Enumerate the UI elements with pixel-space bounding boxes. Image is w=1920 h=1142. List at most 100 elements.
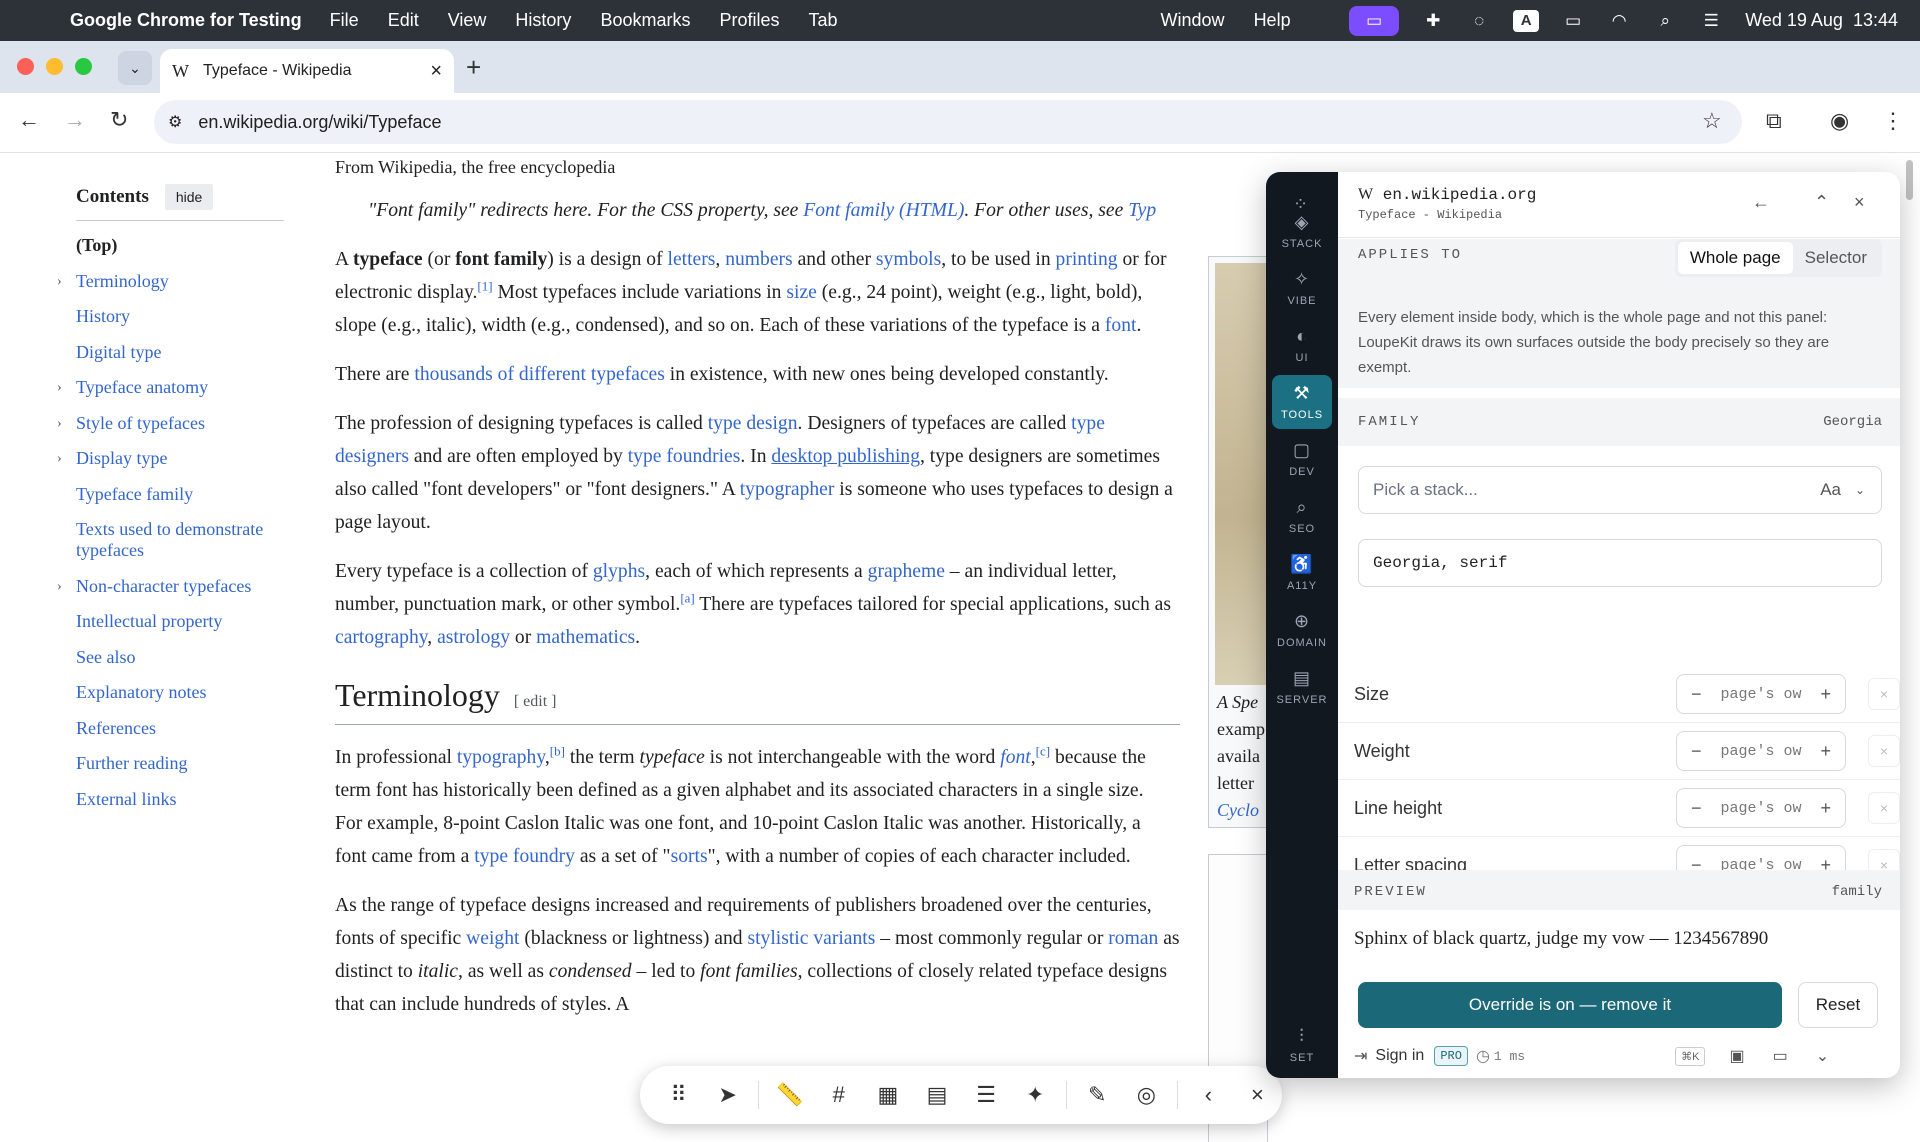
input-source-icon[interactable]: A (1513, 9, 1540, 32)
layout-grid-icon[interactable]: ▦ (863, 1082, 912, 1108)
link-type-foundry[interactable]: type foundry (474, 846, 575, 867)
link-font[interactable]: font (1105, 315, 1137, 336)
toc-item[interactable]: Explanatory notes (76, 682, 286, 703)
rail-item-tools[interactable]: ⚒ TOOLS (1272, 375, 1332, 429)
window-close-button[interactable] (17, 58, 34, 75)
tab-active[interactable]: W Typeface - Wikipedia × (160, 49, 454, 93)
scope-selector[interactable]: Selector (1793, 242, 1879, 274)
link-size[interactable]: size (786, 282, 816, 303)
toc-item[interactable]: Typeface family (76, 484, 286, 505)
toc-item[interactable]: › Non-character typefaces (57, 576, 286, 597)
ref-c[interactable]: [c] (1036, 743, 1050, 758)
rail-item-dev[interactable]: ▢ DEV (1272, 432, 1332, 486)
toc-item[interactable]: (Top) (76, 235, 286, 256)
link-type-design[interactable]: type design (708, 413, 798, 434)
chevron-left-icon[interactable]: ‹ (1184, 1082, 1233, 1108)
toc-item[interactable]: Further reading (76, 753, 286, 774)
rail-item-stack[interactable]: ◈ STACK (1272, 204, 1332, 258)
bookmark-star-icon[interactable]: ☆ (1702, 108, 1722, 134)
ref-1[interactable]: [1] (477, 278, 492, 293)
link-type-foundries[interactable]: type foundries (628, 446, 741, 467)
link-letters[interactable]: letters (668, 249, 716, 270)
rail-item-set[interactable]: ⫶ SET (1272, 1018, 1332, 1072)
clear-prop-icon[interactable]: × (1868, 792, 1900, 824)
link-mathematics[interactable]: mathematics (536, 627, 635, 648)
cursor-select-icon[interactable]: ➤ (703, 1082, 752, 1108)
address-bar[interactable]: ⚙ en.wikipedia.org/wiki/Typeface (154, 100, 1742, 144)
prop-value[interactable]: page's ow (1720, 800, 1801, 817)
toc-item[interactable]: › Typeface anatomy (57, 377, 286, 398)
reset-button[interactable]: Reset (1798, 982, 1878, 1028)
link-numbers[interactable]: numbers (725, 249, 792, 270)
link-thousands-typefaces[interactable]: thousands of different typefaces (414, 364, 664, 385)
link-grapheme[interactable]: grapheme (868, 561, 945, 582)
hatnote-link-2[interactable]: Typ (1128, 200, 1156, 221)
extensions-icon[interactable]: ⧉ (1766, 108, 1782, 134)
shortcut-badge[interactable]: ⌘K (1675, 1046, 1706, 1066)
link-stylistic-variants[interactable]: stylistic variants (747, 928, 875, 949)
clear-prop-icon[interactable]: × (1868, 678, 1900, 710)
edit-section-link[interactable]: [ edit ] (514, 685, 557, 718)
link-sorts[interactable]: sorts (671, 846, 708, 867)
scope-whole-page[interactable]: Whole page (1677, 242, 1793, 274)
back-arrow-icon[interactable]: ← (1752, 192, 1770, 213)
plus-icon[interactable]: + (1820, 684, 1831, 705)
toc-hide-button[interactable]: hide (164, 184, 214, 210)
rail-item-vibe[interactable]: ✧ VIBE (1272, 261, 1332, 315)
new-tab-button[interactable]: + (466, 52, 481, 83)
link-astrology[interactable]: astrology (437, 627, 510, 648)
forward-icon[interactable]: → (64, 107, 86, 133)
prop-value[interactable]: page's ow (1720, 686, 1801, 703)
chevron-right-icon[interactable]: › (57, 377, 62, 398)
toc-item[interactable]: References (76, 718, 286, 739)
chevron-right-icon[interactable]: › (57, 413, 62, 434)
sparkles-icon[interactable]: ✦ (1011, 1082, 1060, 1108)
toc-item[interactable]: Digital type (76, 342, 286, 363)
plus-app-icon[interactable]: ✚ (1421, 11, 1445, 31)
menu-edit[interactable]: Edit (388, 10, 419, 31)
menu-tab[interactable]: Tab (809, 10, 838, 31)
link-glyphs[interactable]: glyphs (593, 561, 645, 582)
eyedropper-icon[interactable]: ✎ (1073, 1082, 1122, 1108)
wifi-icon[interactable]: ◠ (1607, 11, 1631, 31)
menu-profiles[interactable]: Profiles (719, 10, 779, 31)
screen-mirroring-icon[interactable]: ▭ (1349, 5, 1400, 36)
profile-icon[interactable]: ◉ (1830, 108, 1849, 134)
hatnote-link[interactable]: Font family (HTML) (803, 200, 964, 221)
save-icon[interactable]: ▣ (1729, 1046, 1744, 1066)
numbered-list-icon[interactable]: ☰ (962, 1082, 1011, 1108)
minus-icon[interactable]: − (1691, 684, 1702, 705)
menubar-clock[interactable]: Wed 19 Aug 13:44 (1745, 10, 1898, 31)
sign-in-link[interactable]: Sign in (1375, 1047, 1424, 1065)
font-stack-input[interactable]: Georgia, serif (1358, 539, 1882, 587)
toc-item[interactable]: Texts used to demonstrate typefaces (76, 519, 286, 561)
toc-item[interactable]: › Style of typefaces (57, 413, 286, 434)
chevron-right-icon[interactable]: › (57, 271, 62, 292)
spotlight-search-icon[interactable]: ⌕ (1653, 11, 1677, 31)
display-icon[interactable]: ▭ (1773, 1046, 1788, 1066)
close-toolbar-icon[interactable]: × (1233, 1082, 1282, 1108)
override-toggle-button[interactable]: Override is on — remove it (1358, 982, 1782, 1028)
link-roman[interactable]: roman (1108, 928, 1158, 949)
menu-file[interactable]: File (330, 10, 359, 31)
reload-icon[interactable]: ↻ (110, 107, 128, 133)
chevron-right-icon[interactable]: › (57, 448, 62, 469)
drag-handle-icon[interactable]: ⠿ (654, 1082, 703, 1108)
rail-item-ui[interactable]: ◐ UI (1272, 318, 1332, 372)
caption-link[interactable]: Cyclo (1217, 797, 1265, 824)
font-stack-value[interactable]: Georgia, serif (1373, 554, 1507, 572)
toc-item[interactable]: › Terminology (57, 271, 286, 292)
window-minimize-button[interactable] (46, 58, 63, 75)
rail-item-seo[interactable]: ⌕ SEO (1272, 489, 1332, 543)
toc-item[interactable]: External links (76, 789, 286, 810)
battery-icon[interactable]: ▭ (1561, 11, 1585, 31)
plus-icon[interactable]: + (1820, 741, 1831, 762)
toc-item[interactable]: History (76, 306, 286, 327)
grid-hash-icon[interactable]: # (814, 1082, 863, 1108)
menu-bookmarks[interactable]: Bookmarks (600, 10, 690, 31)
link-cartography[interactable]: cartography (335, 627, 427, 648)
menu-view[interactable]: View (448, 10, 487, 31)
link-typographer[interactable]: typographer (740, 479, 835, 500)
link-weight[interactable]: weight (466, 928, 519, 949)
toc-item[interactable]: Intellectual property (76, 611, 286, 632)
